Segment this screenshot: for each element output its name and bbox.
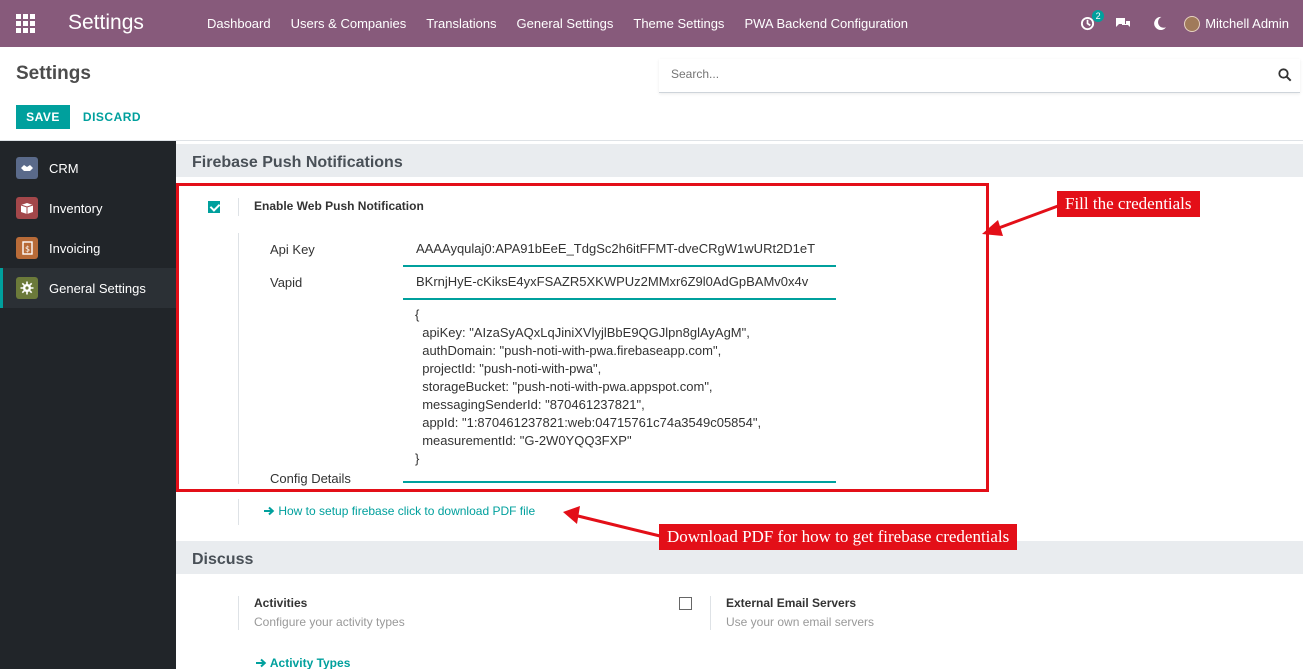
external-email-checkbox[interactable] [679, 597, 692, 610]
external-email-description: Use your own email servers [726, 615, 875, 629]
arrow-right-icon [256, 658, 267, 668]
download-pdf-link[interactable]: How to setup firebase click to download … [264, 504, 535, 518]
sidebar-item-general-settings[interactable]: General Settings [0, 268, 176, 308]
activities-description: Configure your activity types [254, 615, 405, 629]
sidebar-item-invoicing[interactable]: $ Invoicing [0, 228, 176, 268]
app-title: Settings [68, 11, 144, 34]
menu-item-pwa-backend[interactable]: PWA Backend Configuration [734, 16, 918, 31]
sidebar-item-label: Invoicing [49, 240, 101, 256]
page-title: Settings [16, 63, 91, 84]
chat-icon[interactable] [1112, 13, 1134, 35]
search-box [659, 59, 1300, 93]
gear-icon [16, 277, 38, 299]
fill-credentials-callout: Fill the credentials [1057, 191, 1200, 217]
sidebar-item-crm[interactable]: CRM [0, 148, 176, 188]
menu-item-general-settings[interactable]: General Settings [507, 16, 624, 31]
divider [238, 499, 239, 525]
activity-badge: 2 [1092, 9, 1105, 22]
user-name: Mitchell Admin [1205, 16, 1289, 31]
credentials-highlight-box [176, 183, 989, 492]
main-menu: Dashboard Users & Companies Translations… [197, 0, 918, 47]
arrow-right-icon [264, 506, 275, 516]
sidebar-item-inventory[interactable]: Inventory [0, 188, 176, 228]
sidebar-item-label: Inventory [49, 200, 103, 216]
control-panel: Settings SAVE DISCARD [0, 47, 1303, 141]
firebase-section-header: Firebase Push Notifications [176, 144, 1303, 177]
settings-sidebar: CRM Inventory $ Invoicing General Settin… [0, 141, 176, 669]
search-icon[interactable] [1278, 68, 1292, 87]
download-pdf-label: How to setup firebase click to download … [278, 504, 536, 518]
handshake-icon [16, 157, 38, 179]
activity-types-link[interactable]: Activity Types [256, 656, 350, 669]
sidebar-item-label: General Settings [49, 280, 146, 296]
dark-mode-moon-icon[interactable] [1148, 13, 1170, 35]
apps-menu-icon[interactable] [16, 14, 35, 33]
invoice-icon: $ [16, 237, 38, 259]
external-email-title: External Email Servers [726, 596, 857, 610]
save-button[interactable]: SAVE [16, 105, 70, 129]
box-icon [16, 197, 38, 219]
discard-button[interactable]: DISCARD [72, 105, 152, 129]
activity-types-label: Activity Types [269, 656, 351, 669]
activity-clock-icon[interactable]: 2 [1076, 9, 1105, 35]
systray: 2 Mitchell Admin [1076, 0, 1303, 47]
sidebar-item-label: CRM [49, 160, 79, 176]
download-pdf-callout: Download PDF for how to get firebase cre… [659, 524, 1018, 550]
search-input[interactable] [671, 67, 1251, 81]
menu-item-users-companies[interactable]: Users & Companies [281, 16, 417, 31]
user-menu[interactable]: Mitchell Admin [1184, 15, 1289, 32]
activities-title: Activities [254, 596, 308, 610]
svg-text:$: $ [24, 245, 29, 254]
menu-item-translations[interactable]: Translations [416, 16, 506, 31]
divider [238, 596, 239, 630]
menu-item-theme-settings[interactable]: Theme Settings [623, 16, 734, 31]
avatar [1184, 15, 1201, 32]
divider [710, 596, 711, 630]
menu-item-dashboard[interactable]: Dashboard [197, 16, 281, 31]
top-navbar: Settings Dashboard Users & Companies Tra… [0, 0, 1303, 47]
